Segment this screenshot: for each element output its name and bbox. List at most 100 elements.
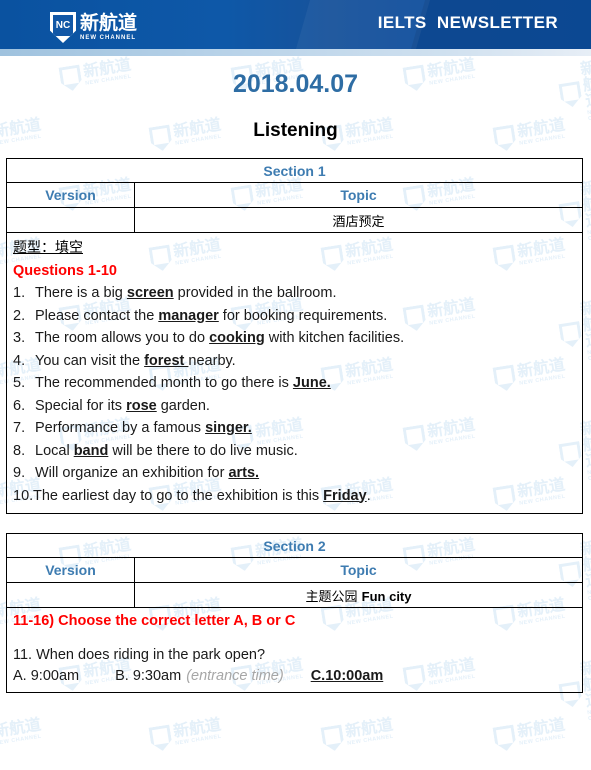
item-text-after: provided in the ballroom.	[173, 285, 337, 301]
item-text-before: You can visit the	[35, 352, 145, 369]
column-header-version: Version	[6, 557, 135, 583]
item-text-after: nearby.	[188, 352, 236, 369]
section-2-instruction: 11-16) Choose the correct letter A, B or…	[13, 613, 296, 629]
answer-keyword: manager	[158, 307, 219, 324]
table-gap	[0, 514, 591, 533]
item-text-before: Local	[35, 442, 74, 459]
item-text-before: The recommended month to go there is	[35, 375, 293, 391]
item-text: You can visit the forest nearby.	[35, 352, 236, 369]
answer-keyword: rose	[126, 397, 157, 414]
watermark-logo: 新航道 NEW CHANNEL	[320, 717, 395, 753]
watermark-logo: 新航道 NEW CHANNEL	[148, 717, 223, 753]
item-number: 1.	[13, 285, 26, 301]
section-2-content-cell: 11-16) Choose the correct letter A, B or…	[6, 607, 583, 693]
option-a[interactable]: A. 9:00am	[13, 668, 79, 684]
answer-keyword: forest	[144, 352, 189, 369]
section-1-questions-label: Questions 1-10	[13, 263, 117, 279]
watermark-logo: 新航道 NEW CHANNEL	[492, 717, 567, 753]
item-text-before: There is a big	[35, 285, 127, 301]
table-row: Section 2	[6, 533, 583, 558]
item-number: 4.	[13, 352, 26, 369]
section-1-table: Section 1 Version Topic 酒店预定 题型：填空 Quest…	[6, 158, 583, 514]
column-header-topic: Topic	[134, 557, 583, 583]
option-c[interactable]: C.10:00am	[311, 668, 384, 684]
list-item: 6. Special for its rose garden.	[13, 395, 578, 418]
option-b[interactable]: B. 9:30am	[115, 668, 181, 684]
item-text: Will organize an exhibition for arts.	[35, 466, 259, 481]
issue-date: 2018.04.07	[232, 70, 359, 98]
watermark-chinese: 新航道	[344, 716, 395, 742]
header-underbar	[0, 49, 591, 56]
item-text-after: with kitchen facilities.	[264, 330, 405, 346]
page-title: Listening	[253, 120, 338, 141]
answer-keyword: band	[73, 442, 109, 459]
watermark-text: 新航道 NEW CHANNEL	[0, 717, 43, 748]
item-text-before: Please contact the	[35, 307, 159, 324]
list-item: 8. Local band will be there to do live mu…	[13, 440, 578, 463]
watermark-chinese: 新航道	[172, 716, 223, 742]
table-row: 11-16) Choose the correct letter A, B or…	[6, 607, 583, 693]
item-text: There is a big screen provided in the ba…	[35, 286, 336, 301]
watermark-english: NEW CHANNEL	[0, 733, 43, 747]
item-text-after: .	[366, 487, 371, 504]
item-number: 7.	[13, 420, 26, 436]
logo-english-name: NEW CHANNEL	[80, 35, 136, 41]
item-number: 5.	[13, 375, 26, 391]
item-text-before: The earliest day to go to the exhibition…	[33, 487, 324, 504]
watermark-english: NEW CHANNEL	[174, 733, 223, 747]
watermark-english: NEW CHANNEL	[586, 708, 591, 722]
section-2-version-value	[6, 582, 135, 608]
item-text-before: Performance by a famous	[35, 420, 206, 436]
item-text-before: The room allows you to do	[35, 330, 210, 346]
option-b-note: (entrance time)	[186, 668, 284, 684]
item-text-after: for booking requirements.	[218, 307, 388, 324]
section-2-heading: Section 2	[6, 533, 583, 558]
item-number: 2.	[13, 307, 26, 324]
answer-keyword: June.	[292, 375, 331, 391]
item-text-after: garden.	[156, 397, 210, 414]
answer-keyword: Friday	[323, 487, 367, 504]
item-text-before: Special for its	[35, 397, 127, 414]
column-header-version: Version	[6, 182, 135, 208]
table-row: Version Topic	[6, 182, 583, 208]
watermark-text: 新航道 NEW CHANNEL	[172, 716, 223, 748]
table-row: 题型：填空 Questions 1-10 1. There is a big sc…	[6, 232, 583, 514]
watermark-chinese: 新航道	[516, 716, 567, 742]
column-header-topic: Topic	[134, 182, 583, 208]
document-body: 2018.04.07 Listening Section 1 Version T…	[0, 70, 591, 693]
shield-icon: NC	[50, 12, 76, 43]
item-text: The earliest day to go to the exhibition…	[33, 487, 371, 504]
table-row: 主题公园 Fun city	[6, 582, 583, 608]
section-2-topic-value: 主题公园 Fun city	[134, 582, 583, 608]
table-row: Version Topic	[6, 557, 583, 583]
watermark-english: NEW CHANNEL	[346, 733, 395, 747]
item-text: Please contact the manager for booking r…	[35, 307, 388, 324]
brand-logo[interactable]: NC 新航道 NEW CHANNEL	[50, 12, 137, 43]
watermark-logo: 新航道 NEW CHANNEL	[0, 717, 44, 753]
logo-chinese-name: 新航道	[80, 13, 138, 34]
item-number: 8.	[13, 442, 26, 459]
item-text: Special for its rose garden.	[35, 397, 210, 414]
section-2-topic-chinese: 主题公园	[305, 589, 358, 605]
list-item: 1. There is a big screen provided in the …	[13, 282, 578, 305]
list-item: 9. Will organize an exhibition for arts.	[13, 462, 578, 485]
app-header: NC 新航道 NEW CHANNEL IELTS NEWSLETTER	[0, 0, 591, 56]
section-1-question-type: 题型：填空	[13, 240, 83, 256]
item-text-before: Will organize an exhibition for	[35, 465, 229, 481]
table-row: 酒店预定	[6, 207, 583, 233]
watermark-text: 新航道 NEW CHANNEL	[516, 716, 567, 748]
item-text: The recommended month to go there is Jun…	[35, 376, 331, 391]
item-number: 6.	[13, 397, 26, 414]
section-1-answer-list: 1. There is a big screen provided in the …	[11, 282, 578, 507]
list-item: 4. You can visit the forest nearby.	[13, 350, 578, 373]
watermark-english: NEW CHANNEL	[518, 733, 567, 747]
logo-text: 新航道 NEW CHANNEL	[80, 14, 137, 41]
table-row: Section 1	[6, 158, 583, 183]
item-number: 9.	[13, 465, 26, 481]
section-1-topic-value: 酒店预定	[134, 207, 583, 233]
item-text: Performance by a famous singer.	[35, 421, 252, 436]
page-root: 新航道 NEW CHANNEL 新航道 NEW CHANNEL 新航道 NEW CHANN…	[0, 0, 591, 770]
section-2-table: Section 2 Version Topic 主题公园 Fun city 11…	[6, 533, 583, 693]
item-text-after: will be there to do live music.	[108, 442, 298, 459]
item-text: The room allows you to do cooking with k…	[35, 331, 404, 346]
